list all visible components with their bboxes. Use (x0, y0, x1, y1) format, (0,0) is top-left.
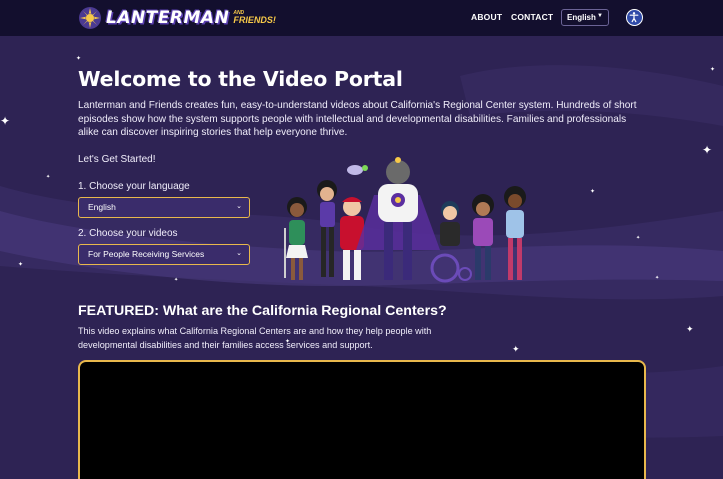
star-icon: ✦ (512, 344, 520, 354)
character-girl-crutch (284, 197, 308, 280)
character-wheelchair-boy (430, 201, 472, 283)
sun-lantern-icon (79, 7, 101, 29)
featured-title: FEATURED: What are the California Region… (78, 303, 447, 319)
star-icon: ✦ (702, 143, 713, 157)
chevron-down-icon: ⌄ (236, 250, 242, 257)
star-icon: ✦ (655, 275, 660, 281)
language-step-label: 1. Choose your language (78, 181, 190, 192)
nav-about-link[interactable]: ABOUT (471, 12, 502, 22)
star-icon: ✦ (46, 174, 51, 180)
brand-wordmark: LANTERMAN (106, 8, 230, 28)
brand-logo[interactable]: LANTERMAN AND FRIENDS! (78, 4, 276, 32)
star-icon: ✦ (18, 262, 24, 268)
header-language-select[interactable]: English ▼ (561, 9, 609, 26)
lets-get-started-text: Let's Get Started! (78, 154, 156, 165)
star-icon: ✦ (710, 67, 716, 73)
accessibility-icon (629, 12, 639, 23)
brand-friends: FRIENDS! (233, 15, 276, 25)
chevron-down-icon: ⌄ (236, 203, 242, 210)
page-title: Welcome to the Video Portal (78, 67, 403, 91)
character-girl-braids (504, 186, 526, 280)
star-icon: ✦ (0, 114, 11, 128)
videos-step-label: 2. Choose your videos (78, 228, 178, 239)
top-navigation-bar: LANTERMAN AND FRIENDS! ABOUT CONTACT Eng… (0, 0, 723, 36)
star-icon: ✦ (636, 235, 641, 241)
character-girl-purple (472, 194, 494, 280)
featured-video-player[interactable] (78, 360, 646, 479)
star-icon: ✦ (590, 189, 596, 195)
star-icon: ✦ (76, 56, 82, 62)
language-select[interactable]: English ⌄ (78, 197, 250, 218)
header-language-value: English (567, 13, 596, 22)
characters-illustration (284, 157, 526, 283)
intro-paragraph: Lanterman and Friends creates fun, easy-… (78, 100, 637, 139)
nav-contact-link[interactable]: CONTACT (511, 12, 553, 22)
video-audience-select[interactable]: For People Receiving Services ⌄ (78, 244, 250, 265)
star-icon: ✦ (686, 324, 694, 334)
chevron-down-icon: ▼ (597, 13, 603, 19)
accessibility-button[interactable] (626, 9, 643, 26)
video-audience-value: For People Receiving Services (88, 249, 205, 259)
star-icon: ✦ (174, 277, 179, 283)
character-flying-robot (347, 165, 368, 175)
brand-and-friends: AND FRIENDS! (233, 11, 276, 25)
character-superhero (356, 157, 440, 280)
featured-description: This video explains what California Regi… (78, 326, 432, 350)
character-boy-glasses (317, 180, 337, 277)
language-select-value: English (88, 202, 116, 212)
